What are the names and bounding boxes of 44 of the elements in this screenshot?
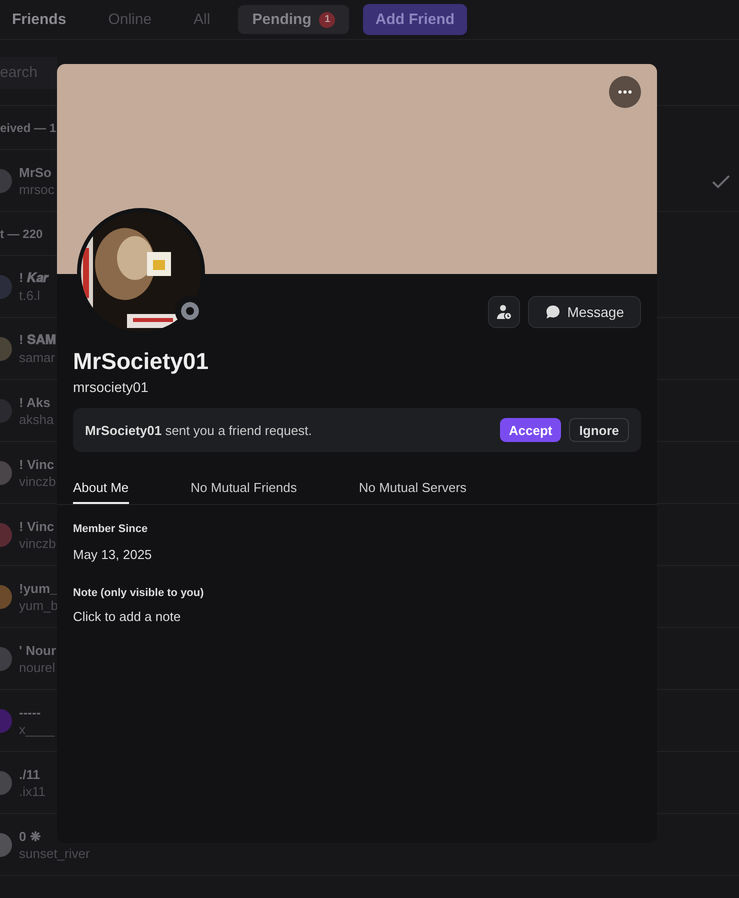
page-title: Friends xyxy=(12,11,66,28)
friend-pending-button[interactable] xyxy=(488,296,520,328)
friend-username: samar xyxy=(19,350,56,365)
friend-username: t.6.l xyxy=(19,288,40,303)
profile-tab[interactable]: No Mutual Servers xyxy=(358,480,467,504)
friend-username: vinczb xyxy=(19,536,56,550)
friend-username: yum_b xyxy=(19,598,58,612)
friend-name: ! Vinc xyxy=(19,518,54,534)
username: mrsociety01 xyxy=(73,379,150,395)
person-clock-icon xyxy=(496,304,512,320)
friend-name: ! Vinc xyxy=(19,456,54,472)
friend-name: ! 𝑲𝒂𝒓 xyxy=(19,270,49,286)
friend-name: ! 𝐒𝐀𝐌 xyxy=(19,332,56,348)
chat-bubble-icon xyxy=(545,304,562,320)
friend-name: ' Nour xyxy=(19,642,56,658)
friend-username: sunset_river xyxy=(19,846,90,860)
ignore-button[interactable]: Ignore xyxy=(569,418,629,442)
field-label: Member Since xyxy=(73,523,149,535)
friend-name: 0 ❋ xyxy=(19,828,41,844)
friend-username: aksha xyxy=(19,412,54,426)
profile-tab[interactable]: No Mutual Friends xyxy=(190,480,297,504)
friend-name: ./11 xyxy=(19,766,40,782)
note-field[interactable]: Click to add a note xyxy=(73,609,273,624)
friend-username: mrsoc xyxy=(19,182,54,196)
request-message: MrSociety01 sent you a friend request. xyxy=(85,422,313,438)
field-label: Note (only visible to you) xyxy=(73,587,205,599)
profile-tab[interactable]: About Me xyxy=(73,480,129,504)
accept-button[interactable]: Accept xyxy=(500,418,562,442)
count-badge: 1 xyxy=(319,12,336,28)
friend-username: nourel xyxy=(19,660,56,674)
friend-name: ! Aks xyxy=(19,394,50,410)
more-icon xyxy=(618,90,632,94)
member-since-date: May 13, 2025 xyxy=(73,547,153,562)
more-button[interactable] xyxy=(609,76,641,108)
friend-username: vinczb xyxy=(19,474,56,488)
friend-name: ----- xyxy=(19,704,41,720)
filter-tab[interactable]: Pending 1 xyxy=(238,5,350,34)
friend-name: !yum_ xyxy=(19,580,58,596)
display-name: MrSociety01 xyxy=(73,348,210,375)
check-icon[interactable] xyxy=(711,174,731,190)
friend-username: .ix11 xyxy=(19,784,46,798)
friend-name: MrSo xyxy=(19,164,52,180)
friend-username: x____ xyxy=(19,722,54,736)
message-button[interactable]: Message xyxy=(528,296,641,328)
